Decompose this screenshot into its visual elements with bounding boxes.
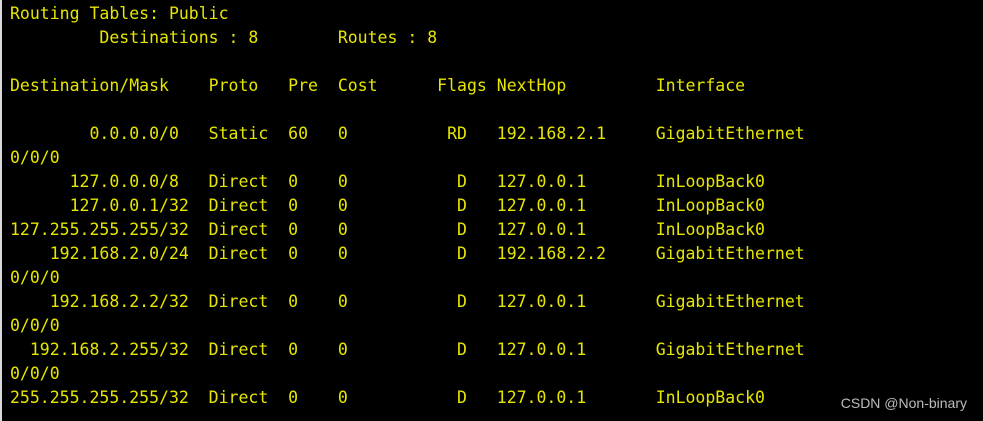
window-left-border <box>0 0 2 421</box>
route-row: 127.0.0.0/8 Direct 0 0 D 127.0.0.1 InLoo… <box>10 172 765 191</box>
route-row: 127.255.255.255/32 Direct 0 0 D 127.0.0.… <box>10 220 765 239</box>
route-row: 192.168.2.255/32 Direct 0 0 D 127.0.0.1 … <box>10 340 805 359</box>
route-row: 192.168.2.2/32 Direct 0 0 D 127.0.0.1 Gi… <box>10 292 805 311</box>
route-row: 255.255.255.255/32 Direct 0 0 D 127.0.0.… <box>10 388 765 407</box>
route-row-wrap: 0/0/0 <box>10 316 60 335</box>
terminal-line-header: Destination/Mask Proto Pre Cost Flags Ne… <box>10 76 746 95</box>
route-row: 192.168.2.0/24 Direct 0 0 D 192.168.2.2 … <box>10 244 805 263</box>
watermark: CSDN @Non-binary <box>840 395 967 411</box>
terminal-line-summary: Destinations : 8 Routes : 8 <box>10 28 438 47</box>
route-row-wrap: 0/0/0 <box>10 364 60 383</box>
terminal-window[interactable]: Routing Tables: Public Destinations : 8 … <box>0 0 983 421</box>
route-row-wrap: 0/0/0 <box>10 148 60 167</box>
route-row: 127.0.0.1/32 Direct 0 0 D 127.0.0.1 InLo… <box>10 196 765 215</box>
route-row: 0.0.0.0/0 Static 60 0 RD 192.168.2.1 Gig… <box>10 124 805 143</box>
terminal-line-title: Routing Tables: Public <box>10 4 229 23</box>
route-row-wrap: 0/0/0 <box>10 268 60 287</box>
